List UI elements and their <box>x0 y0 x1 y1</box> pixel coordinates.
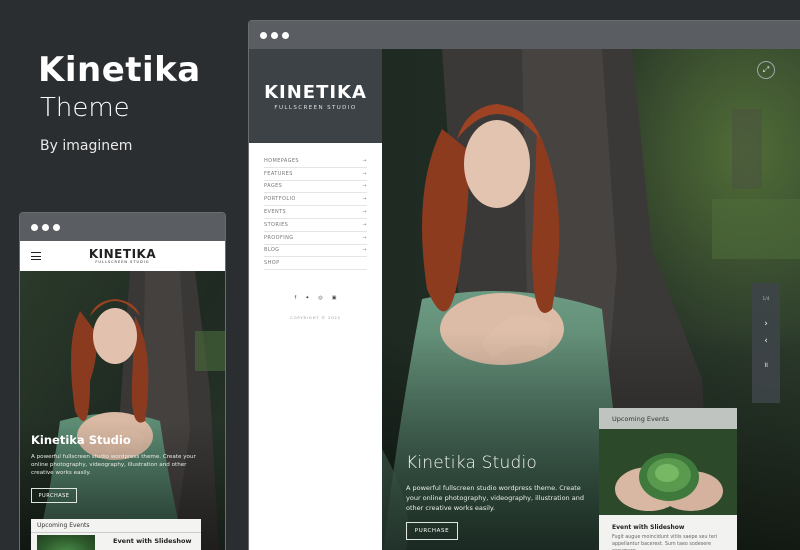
promo-title: Kinetika <box>38 50 201 90</box>
pause-icon[interactable]: ॥ <box>752 361 780 370</box>
mobile-logo-subtitle: FULLSCREEN STUDIO <box>95 259 150 264</box>
mobile-events-title: Upcoming Events <box>37 522 90 529</box>
mobile-hero-photo <box>20 271 225 550</box>
desktop-purchase-button[interactable]: PURCHASE <box>406 522 458 540</box>
desktop-logo[interactable]: KINETIKA FULLSCREEN STUDIO <box>249 49 382 143</box>
mobile-mockup: KINETIKA FULLSCREEN STUDIO Kinetika Stud… <box>19 212 226 550</box>
arrow-right-icon: → <box>362 157 367 164</box>
nav-item-portfolio[interactable]: PORTFOLIO → <box>264 193 367 207</box>
promo-author: By imaginem <box>40 138 133 154</box>
arrow-right-icon: → <box>362 247 367 254</box>
desktop-mockup: KINETIKA FULLSCREEN STUDIO HOMEPAGES → FE… <box>248 20 800 550</box>
desktop-sidebar: KINETIKA FULLSCREEN STUDIO HOMEPAGES → FE… <box>249 49 382 550</box>
desktop-events-panel: Upcoming Events Event with Slideshow Fug… <box>599 408 737 550</box>
window-dot-icon <box>31 223 38 231</box>
slideshow-controls: 1/4 › ‹ ॥ <box>752 283 780 403</box>
facebook-icon[interactable]: f <box>294 295 296 301</box>
nav-item-label: HOMEPAGES <box>264 157 300 164</box>
arrow-right-icon: → <box>362 209 367 216</box>
social-links: f ✦ ◎ ▣ <box>249 295 382 301</box>
nav-item-label: BLOG <box>264 247 280 254</box>
arrow-right-icon: → <box>362 170 367 177</box>
nav-item-label: STORIES <box>264 221 289 228</box>
mobile-description: A powerful fullscreen studio wordpress t… <box>31 454 196 476</box>
desktop-studio-title: Kinetika Studio <box>406 453 538 473</box>
nav-item-proofing[interactable]: PROOFING → <box>264 232 367 245</box>
mobile-hero-image <box>20 271 225 550</box>
flickr-icon[interactable]: ▣ <box>332 295 337 301</box>
mobile-events-panel: Upcoming Events Event with Slideshow <box>31 519 201 550</box>
desktop-events-title: Upcoming Events <box>599 408 737 429</box>
nav-item-stories[interactable]: STORIES → <box>264 219 367 232</box>
desktop-window-chrome <box>249 21 800 49</box>
mobile-window-chrome <box>20 213 225 241</box>
nav-item-homepages[interactable]: HOMEPAGES → <box>264 155 367 168</box>
fullscreen-expand-icon[interactable]: ⤢ <box>757 61 775 79</box>
copyright-text: COPYRIGHT © 2022 <box>290 315 341 321</box>
desktop-logo-title: KINETIKA <box>264 81 367 103</box>
mobile-logo[interactable]: KINETIKA FULLSCREEN STUDIO <box>89 248 156 265</box>
arrow-right-icon: → <box>362 234 367 241</box>
mobile-logo-title: KINETIKA <box>88 246 157 261</box>
nav-item-shop[interactable]: SHOP <box>264 257 367 271</box>
divider <box>31 532 201 533</box>
nav-item-label: PROOFING <box>264 234 294 241</box>
nav-item-events[interactable]: EVENTS → <box>264 206 367 219</box>
nav-item-label: PORTFOLIO <box>264 196 296 203</box>
mobile-hero-text: Kinetika Studio A powerful fullscreen st… <box>31 433 201 477</box>
event-thumbnail[interactable] <box>599 429 737 515</box>
arrow-right-icon: → <box>362 183 367 190</box>
slide-counter: 1/4 <box>762 297 770 302</box>
event-description: Fugit augue moincidunt vitiis saepe seu … <box>612 535 718 550</box>
instagram-icon[interactable]: ◎ <box>318 295 322 301</box>
next-slide-icon[interactable]: › <box>752 319 780 329</box>
desktop-description: A powerful fullscreen studio wordpress t… <box>406 484 584 512</box>
nav-item-pages[interactable]: PAGES → <box>264 181 367 194</box>
arrow-right-icon: → <box>362 196 367 203</box>
desktop-nav-menu: HOMEPAGES → FEATURES → PAGES → PORTFOLIO → E… <box>264 155 367 271</box>
nav-item-blog[interactable]: BLOG → <box>264 245 367 258</box>
promo-subtitle: Theme <box>40 93 130 123</box>
hamburger-menu-icon[interactable] <box>31 252 41 260</box>
desktop-hero-photo <box>382 49 800 550</box>
event-title[interactable]: Event with Slideshow <box>612 524 684 531</box>
desktop-logo-subtitle: FULLSCREEN STUDIO <box>274 104 357 111</box>
window-dot-icon <box>53 223 60 231</box>
mobile-event-label[interactable]: Event with Slideshow <box>113 537 191 545</box>
prev-slide-icon[interactable]: ‹ <box>752 336 780 346</box>
event-image <box>599 429 737 515</box>
arrow-right-icon: → <box>362 221 367 228</box>
mobile-purchase-button[interactable]: PURCHASE <box>31 488 77 503</box>
window-dot-icon <box>271 31 278 39</box>
nav-item-label: SHOP <box>264 260 280 267</box>
window-dot-icon <box>282 31 289 39</box>
nav-item-features[interactable]: FEATURES → <box>264 168 367 181</box>
window-dot-icon <box>260 31 267 39</box>
nav-item-label: EVENTS <box>264 209 287 216</box>
mobile-studio-title: Kinetika Studio <box>31 433 131 447</box>
desktop-hero-image <box>382 49 800 550</box>
mobile-header: KINETIKA FULLSCREEN STUDIO <box>20 241 225 271</box>
nav-item-label: PAGES <box>264 183 283 190</box>
mobile-event-thumbnail[interactable] <box>37 535 95 550</box>
nav-item-label: FEATURES <box>264 170 293 177</box>
window-dot-icon <box>42 223 49 231</box>
twitter-icon[interactable]: ✦ <box>305 295 309 301</box>
